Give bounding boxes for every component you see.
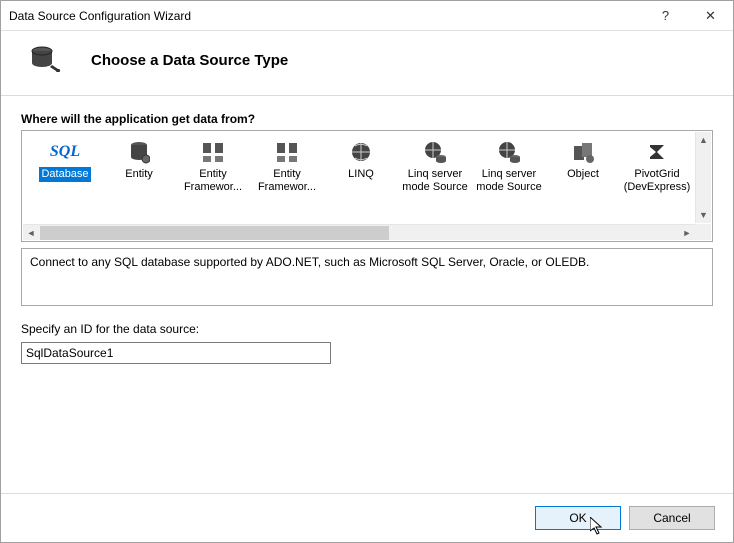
scrollbar-thumb[interactable]	[40, 226, 389, 240]
vertical-scrollbar[interactable]: ▲ ▼	[695, 132, 711, 223]
source-item-label: Database	[39, 167, 90, 182]
wizard-header: Choose a Data Source Type	[1, 31, 733, 96]
source-item-label: PivotGrid (DevExpress)	[620, 167, 694, 194]
scroll-right-icon[interactable]: ►	[679, 228, 695, 238]
source-item-entity[interactable]: Entity	[102, 137, 176, 207]
wizard-window: Data Source Configuration Wizard ? ✕ Cho…	[0, 0, 734, 543]
cylinder-icon	[128, 139, 150, 165]
horizontal-scrollbar[interactable]: ◄ ►	[23, 224, 695, 240]
data-source-id-input[interactable]	[21, 342, 331, 364]
window-title: Data Source Configuration Wizard	[9, 9, 643, 23]
ef-icon	[201, 139, 225, 165]
globe-db1-icon	[423, 139, 447, 165]
ok-button[interactable]: OK	[535, 506, 621, 530]
description-text: Connect to any SQL database supported by…	[30, 255, 589, 269]
source-item-object[interactable]: Object	[546, 137, 620, 207]
help-button[interactable]: ?	[643, 1, 688, 31]
object-icon	[571, 139, 595, 165]
source-item-linqserver1[interactable]: Linq server mode Source	[398, 137, 472, 207]
scroll-left-icon[interactable]: ◄	[23, 228, 39, 238]
source-item-linq[interactable]: LINQ	[324, 137, 398, 207]
id-label: Specify an ID for the data source:	[21, 322, 713, 336]
globe-db2-icon	[497, 139, 521, 165]
source-item-ef1[interactable]: Entity Framewor...	[176, 137, 250, 207]
data-source-list: SQL Database Entity Entity Framewor...Entit…	[21, 130, 713, 242]
description-box: Connect to any SQL database supported by…	[21, 248, 713, 306]
close-button[interactable]: ✕	[688, 1, 733, 31]
source-item-label: Entity Framewor...	[176, 167, 250, 194]
source-item-database[interactable]: SQL Database	[28, 137, 102, 207]
source-item-label: Linq server mode Source	[398, 167, 472, 194]
titlebar: Data Source Configuration Wizard ? ✕	[1, 1, 733, 31]
scroll-down-icon[interactable]: ▼	[696, 207, 711, 223]
ef-icon	[275, 139, 299, 165]
wizard-body: Where will the application get data from…	[1, 96, 733, 493]
cancel-button[interactable]: Cancel	[629, 506, 715, 530]
source-item-label: Object	[565, 167, 601, 182]
source-item-label: Entity	[123, 167, 155, 182]
sigma-icon	[646, 139, 668, 165]
sql-icon: SQL	[50, 139, 80, 165]
database-wizard-icon	[21, 43, 69, 77]
globe-icon	[350, 139, 372, 165]
source-item-ef2[interactable]: Entity Framewor...	[250, 137, 324, 207]
source-item-linqserver2[interactable]: Linq server mode Source	[472, 137, 546, 207]
source-item-label: Entity Framewor...	[250, 167, 324, 194]
source-item-label: LINQ	[346, 167, 376, 182]
source-item-label: Linq server mode Source	[472, 167, 546, 194]
wizard-footer: OK Cancel	[1, 493, 733, 542]
source-section-label: Where will the application get data from…	[21, 112, 713, 126]
scrollbar-corner	[695, 224, 711, 240]
source-item-pivotgrid[interactable]: PivotGrid (DevExpress)	[620, 137, 694, 207]
page-title: Choose a Data Source Type	[91, 52, 288, 69]
scroll-up-icon[interactable]: ▲	[696, 132, 711, 148]
